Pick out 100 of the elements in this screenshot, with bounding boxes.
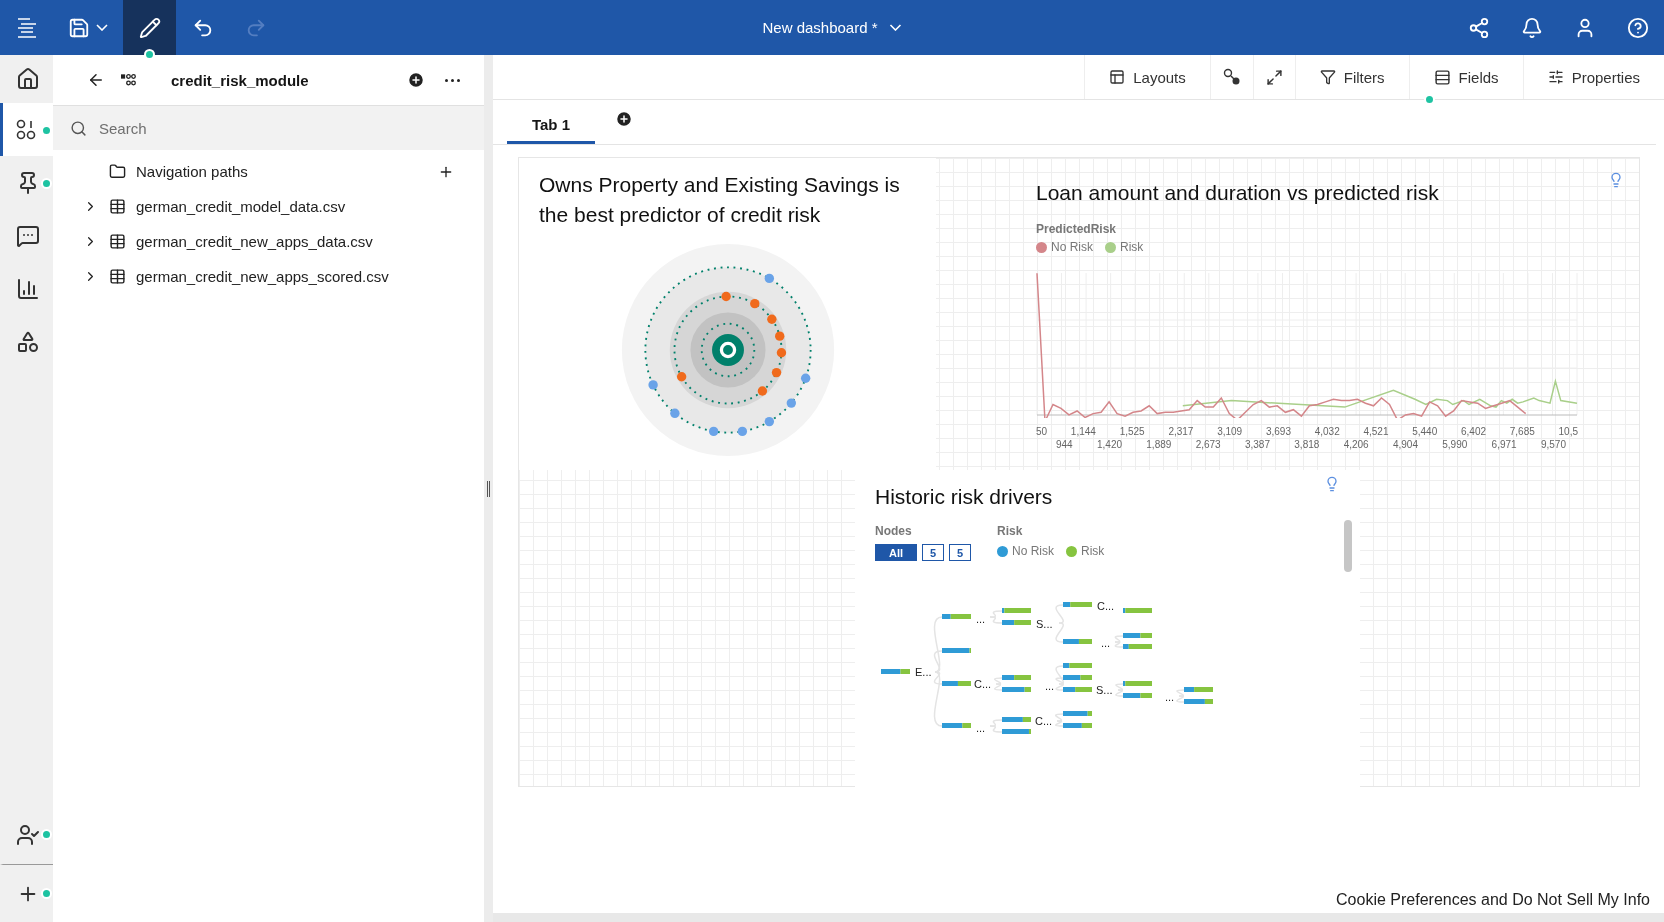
tab[interactable]: Tab 1 — [507, 107, 595, 144]
node-bar — [1063, 675, 1092, 680]
node-bar — [1123, 633, 1152, 638]
center-node — [711, 334, 744, 366]
data-point — [757, 386, 767, 396]
lightbulb-icon[interactable] — [1324, 476, 1340, 492]
node-bar — [1063, 602, 1092, 607]
node-label: ... — [1101, 637, 1111, 649]
tree-item[interactable]: german_credit_new_apps_data.csv — [53, 224, 484, 259]
fields-icon — [1433, 68, 1451, 86]
data-point — [749, 298, 759, 309]
axis-label: 2,673 — [1195, 439, 1221, 450]
data-point — [708, 426, 718, 437]
axis-label: 4,032 — [1314, 426, 1340, 437]
tree-link — [1055, 604, 1064, 624]
axis-label: 4,904 — [1392, 439, 1418, 450]
widget-title: Loan amount and duration vs predicted risk — [1036, 180, 1440, 206]
axis-label: 3,387 — [1244, 439, 1270, 450]
data-point — [764, 273, 774, 284]
node-label: S... — [1036, 618, 1053, 630]
fields-button[interactable]: Fields — [1408, 55, 1523, 99]
node-bar — [1123, 681, 1152, 686]
data-point — [737, 426, 747, 437]
legend-item[interactable]: Risk — [1105, 240, 1144, 254]
widget-title: Historic risk drivers — [875, 484, 1054, 510]
tree-link — [1055, 622, 1064, 643]
axis-label: 3,693 — [1265, 426, 1291, 437]
node-bar — [1002, 620, 1031, 625]
table-icon — [109, 233, 126, 250]
rail-button[interactable] — [0, 103, 53, 156]
tree-item[interactable]: german_credit_new_apps_scored.csv — [53, 259, 484, 294]
data-point — [786, 398, 796, 408]
more-icon — [445, 78, 460, 82]
legend-title: Risk — [997, 524, 1024, 538]
node-filter-button[interactable]: All — [875, 544, 917, 561]
node-bar — [1123, 644, 1152, 649]
search-icon — [70, 119, 87, 137]
filter-icon — [1319, 69, 1336, 85]
axis-label: 1,420 — [1097, 439, 1122, 450]
caret-icon — [96, 24, 108, 31]
search-field[interactable]: Search — [53, 106, 484, 150]
node-bar — [1063, 723, 1092, 728]
axis-label: 2,317 — [1168, 426, 1194, 437]
node-label: S... — [1096, 684, 1113, 696]
legend-item[interactable]: No Risk — [1036, 240, 1093, 254]
layouts-button[interactable]: Layouts — [1084, 55, 1210, 99]
filters-button[interactable]: Filters — [1294, 55, 1409, 99]
layout-icon — [1109, 69, 1126, 85]
node-label: E... — [915, 666, 932, 678]
axis-label: 1,889 — [1146, 439, 1172, 450]
node-bar — [1002, 608, 1031, 613]
table-icon — [109, 268, 126, 285]
axis-label: 4,521 — [1363, 426, 1389, 437]
sliders-icon — [1547, 69, 1564, 85]
axis-label: 6,971 — [1491, 439, 1517, 450]
node-label: C... — [1035, 715, 1053, 727]
axis-label: 4,206 — [1343, 439, 1369, 450]
node-filter-button[interactable]: 5 — [949, 544, 971, 561]
node-bar — [942, 648, 971, 653]
tree-item[interactable]: Navigation paths — [53, 154, 484, 189]
dashboard-title[interactable]: New dashboard * — [756, 0, 908, 55]
axis-label: 10,5 — [1558, 426, 1578, 437]
data-point — [766, 314, 777, 324]
legend-item[interactable]: Risk — [1066, 544, 1105, 558]
lightbulb-icon[interactable] — [1608, 172, 1624, 188]
axis-label: 3,109 — [1217, 426, 1243, 437]
tree-item[interactable]: german_credit_model_data.csv — [53, 189, 484, 224]
home-icon — [16, 67, 40, 91]
data-point — [764, 416, 774, 427]
bell-icon — [1520, 16, 1543, 39]
node-bar — [881, 669, 910, 674]
data-point — [800, 373, 810, 383]
legend-item[interactable]: No Risk — [997, 544, 1054, 558]
connect-icon — [1222, 68, 1241, 86]
module-icon — [121, 74, 137, 86]
data-point — [776, 348, 786, 358]
data-point — [669, 408, 680, 418]
node-bar — [1063, 711, 1092, 716]
user-check-icon — [16, 823, 40, 847]
node-filter-button[interactable]: 5 — [922, 544, 944, 561]
shapes-icon — [16, 329, 40, 354]
node-label: ... — [1045, 680, 1055, 692]
node-bar — [942, 723, 971, 728]
axis-label: 7,685 — [1509, 426, 1535, 437]
node-bar — [1123, 693, 1152, 698]
axis-label: 5,440 — [1412, 426, 1438, 437]
node-label: ... — [976, 613, 986, 625]
node-bar — [1184, 699, 1213, 704]
module-title: credit_risk_module — [171, 71, 310, 89]
cookie-preferences-link[interactable]: Cookie Preferences and Do Not Sell My Info — [1336, 891, 1650, 909]
axis-label: 9,570 — [1540, 439, 1566, 450]
bar-chart-icon — [16, 276, 40, 301]
node-bar — [942, 614, 971, 619]
properties-button[interactable]: Properties — [1522, 55, 1664, 99]
node-bar — [1002, 675, 1031, 680]
search-input[interactable]: Search — [97, 118, 467, 138]
data-point — [676, 372, 686, 382]
node-bar — [1184, 687, 1213, 692]
data-point — [647, 380, 658, 390]
scrollbar[interactable] — [1344, 520, 1352, 572]
